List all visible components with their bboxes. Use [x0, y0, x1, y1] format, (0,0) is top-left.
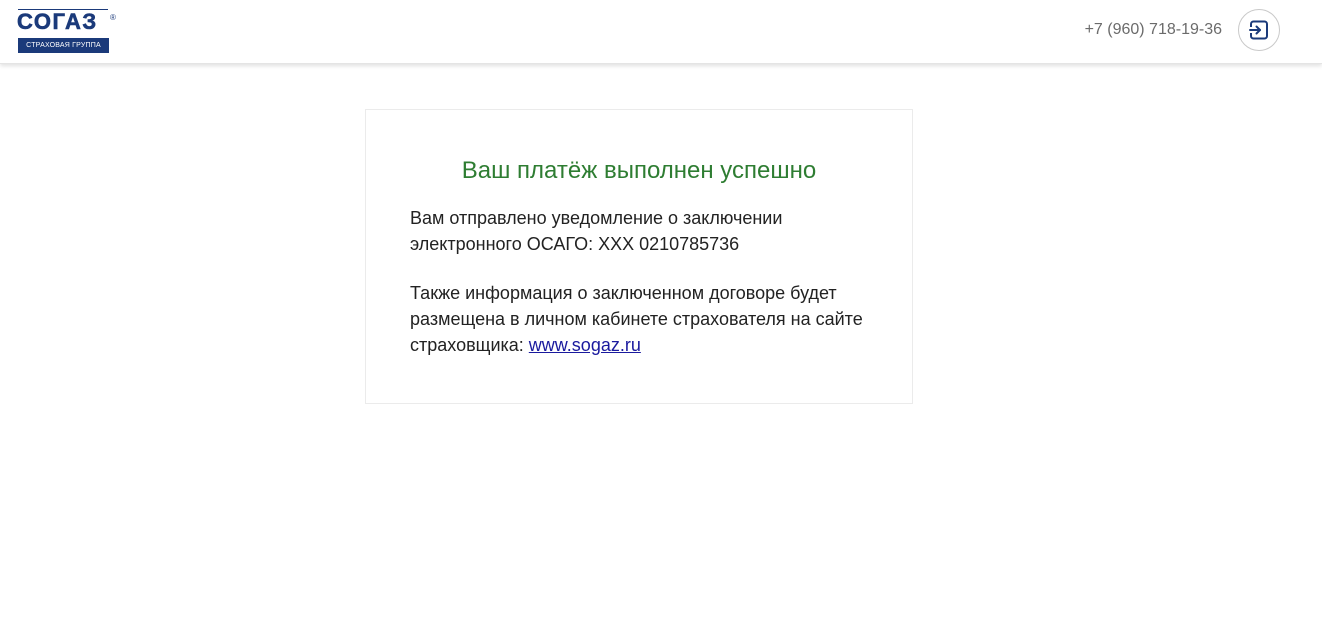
logo-registered-mark: ®: [110, 13, 116, 22]
payment-success-card: Ваш платёж выполнен успешно Вам отправле…: [365, 109, 913, 404]
sogaz-logo[interactable]: СОГАЗ ® СТРАХОВАЯ ГРУППА: [17, 9, 121, 55]
logout-icon: [1249, 20, 1268, 40]
notice-text: Вам отправлено уведомление о заключении …: [410, 208, 783, 254]
sogaz-website-link[interactable]: www.sogaz.ru: [529, 335, 641, 355]
logo-tagline: СТРАХОВАЯ ГРУППА: [18, 38, 109, 53]
logo-wordmark: СОГАЗ: [17, 9, 98, 34]
phone-number: +7 (960) 718-19-36: [1084, 21, 1222, 38]
success-title: Ваш платёж выполнен успешно: [461, 157, 817, 184]
header: СОГАЗ ® СТРАХОВАЯ ГРУППА +7 (960) 718-19…: [0, 0, 1322, 64]
info-text: Также информация о заключенном договоре …: [410, 280, 880, 358]
logout-button[interactable]: [1238, 9, 1280, 51]
